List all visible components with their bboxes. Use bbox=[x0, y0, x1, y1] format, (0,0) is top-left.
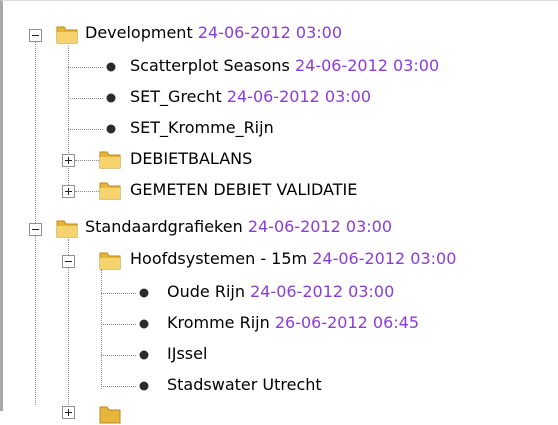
node-timestamp: 26-06-2012 06:45 bbox=[274, 313, 420, 332]
node-label: GEMETEN DEBIET VALIDATIE bbox=[130, 180, 358, 199]
tree-node-oude-rijn[interactable]: Oude Rijn 24-06-2012 03:00 bbox=[167, 277, 394, 307]
tree-connector bbox=[101, 386, 136, 387]
node-timestamp: 24-06-2012 03:00 bbox=[294, 56, 440, 75]
folder-icon bbox=[99, 406, 121, 424]
node-label: Scatterplot Seasons bbox=[130, 56, 290, 75]
node-label: DEBIETBALANS bbox=[130, 149, 253, 168]
tree-node-standaardgrafieken[interactable]: Standaardgrafieken 24-06-2012 03:00 bbox=[85, 212, 392, 242]
tree-view: Development 24-06-2012 03:00 Scatterplot… bbox=[0, 0, 558, 424]
tree-node-ijssel[interactable]: IJssel bbox=[167, 339, 207, 369]
chart-icon bbox=[106, 93, 116, 103]
tree-node-gemeten-debiet-validatie[interactable]: GEMETEN DEBIET VALIDATIE bbox=[130, 175, 357, 205]
tree-node-scatterplot-seasons[interactable]: Scatterplot Seasons 24-06-2012 03:00 bbox=[130, 51, 439, 81]
folder-icon bbox=[56, 220, 78, 238]
tree-node-set-grecht[interactable]: SET_Grecht 24-06-2012 03:00 bbox=[130, 82, 371, 112]
tree-node-development[interactable]: Development 24-06-2012 03:00 bbox=[85, 18, 342, 48]
node-label: Oude Rijn bbox=[167, 282, 245, 301]
tree-connector bbox=[101, 269, 102, 389]
node-label: Kromme Rijn bbox=[167, 313, 270, 332]
chart-icon bbox=[139, 288, 149, 298]
collapse-toggle[interactable] bbox=[29, 223, 42, 236]
tree-node-set-kromme-rijn[interactable]: SET_Kromme_Rijn bbox=[130, 113, 274, 143]
tree-connector bbox=[68, 129, 103, 130]
folder-icon bbox=[99, 252, 121, 270]
tree-connector bbox=[35, 34, 36, 405]
folder-icon bbox=[99, 182, 121, 200]
node-label: Development bbox=[85, 23, 193, 42]
tree-connector bbox=[68, 67, 103, 68]
folder-icon bbox=[56, 26, 78, 44]
tree-connector bbox=[101, 355, 136, 356]
folder-icon bbox=[99, 151, 121, 169]
chart-icon bbox=[106, 62, 116, 72]
expand-toggle[interactable] bbox=[62, 185, 75, 198]
expand-toggle[interactable] bbox=[62, 406, 75, 419]
node-label: Stadswater Utrecht bbox=[167, 375, 322, 394]
node-timestamp: 24-06-2012 03:00 bbox=[247, 217, 393, 236]
chart-icon bbox=[106, 124, 116, 134]
tree-node-hoofdsystemen-15m[interactable]: Hoofdsystemen - 15m 24-06-2012 03:00 bbox=[130, 244, 456, 274]
node-timestamp: 24-06-2012 03:00 bbox=[197, 23, 342, 42]
tree-connector bbox=[68, 98, 103, 99]
chart-icon bbox=[139, 319, 149, 329]
node-label: IJssel bbox=[167, 344, 208, 363]
tree-connector bbox=[101, 324, 136, 325]
node-label: SET_Kromme_Rijn bbox=[130, 118, 274, 137]
chart-icon bbox=[139, 350, 149, 360]
node-timestamp: 24-06-2012 03:00 bbox=[312, 249, 457, 268]
node-label: SET_Grecht bbox=[130, 87, 222, 106]
collapse-toggle[interactable] bbox=[62, 255, 75, 268]
tree-node-stadswater-utrecht[interactable]: Stadswater Utrecht bbox=[167, 370, 322, 400]
node-timestamp: 24-06-2012 03:00 bbox=[226, 87, 371, 106]
node-label: Standaardgrafieken bbox=[85, 217, 243, 236]
node-label: Hoofdsystemen - 15m bbox=[130, 249, 308, 268]
node-timestamp: 24-06-2012 03:00 bbox=[250, 282, 395, 301]
chart-icon bbox=[139, 381, 149, 391]
tree-node-debietbalans[interactable]: DEBIETBALANS bbox=[130, 144, 252, 174]
expand-toggle[interactable] bbox=[62, 154, 75, 167]
collapse-toggle[interactable] bbox=[29, 29, 42, 42]
tree-node-kromme-rijn[interactable]: Kromme Rijn 26-06-2012 06:45 bbox=[167, 308, 419, 338]
tree-connector bbox=[101, 293, 136, 294]
